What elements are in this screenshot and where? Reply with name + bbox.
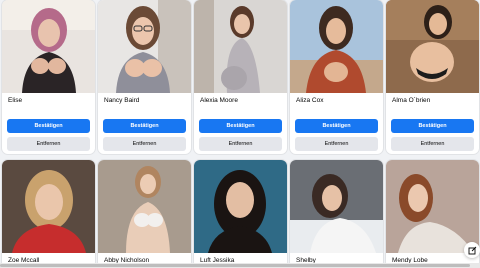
confirm-button[interactable]: Bestätigen [391,119,474,133]
request-card: Alma O´brien Bestätigen Entfernen [386,0,479,154]
edit-icon [468,246,476,254]
request-card: Abby Nicholson [98,160,191,268]
profile-photo[interactable] [194,0,287,93]
profile-photo[interactable] [290,0,383,93]
request-card: Alexia Moore Bestätigen Entfernen [194,0,287,154]
request-card: Elise Bestätigen Entfernen [2,0,95,154]
confirm-button[interactable]: Bestätigen [7,119,90,133]
scrollbar-thumb[interactable] [0,264,470,267]
request-name: Nancy Baird [104,97,140,104]
request-name: Aliza Cox [296,97,324,104]
confirm-button[interactable]: Bestätigen [199,119,282,133]
confirm-button[interactable]: Bestätigen [103,119,186,133]
remove-button[interactable]: Entfernen [391,137,474,151]
request-name: Alexia Moore [200,97,238,104]
request-card: Aliza Cox Bestätigen Entfernen [290,0,383,154]
profile-photo[interactable] [98,0,191,93]
horizontal-scrollbar[interactable] [0,263,480,268]
request-card: Luft Jessika [194,160,287,268]
request-name: Alma O´brien [392,97,431,104]
profile-photo[interactable] [386,160,479,253]
remove-button[interactable]: Entfernen [103,137,186,151]
profile-photo[interactable] [386,0,479,93]
edit-button[interactable] [464,242,480,258]
confirm-button[interactable]: Bestätigen [295,119,378,133]
request-name: Elise [8,97,23,104]
profile-photo[interactable] [2,0,95,93]
remove-button[interactable]: Entfernen [7,137,90,151]
profile-photo[interactable] [2,160,95,253]
remove-button[interactable]: Entfernen [199,137,282,151]
profile-photo[interactable] [290,160,383,253]
profile-photo[interactable] [194,160,287,253]
request-card: Nancy Baird Bestätigen Entfernen [98,0,191,154]
profile-photo[interactable] [98,160,191,253]
request-card: Zoe Mccall [2,160,95,268]
remove-button[interactable]: Entfernen [295,137,378,151]
friend-request-grid: Elise Bestätigen Entfernen Nancy Baird B… [0,0,480,268]
request-card: Shelby [290,160,383,268]
